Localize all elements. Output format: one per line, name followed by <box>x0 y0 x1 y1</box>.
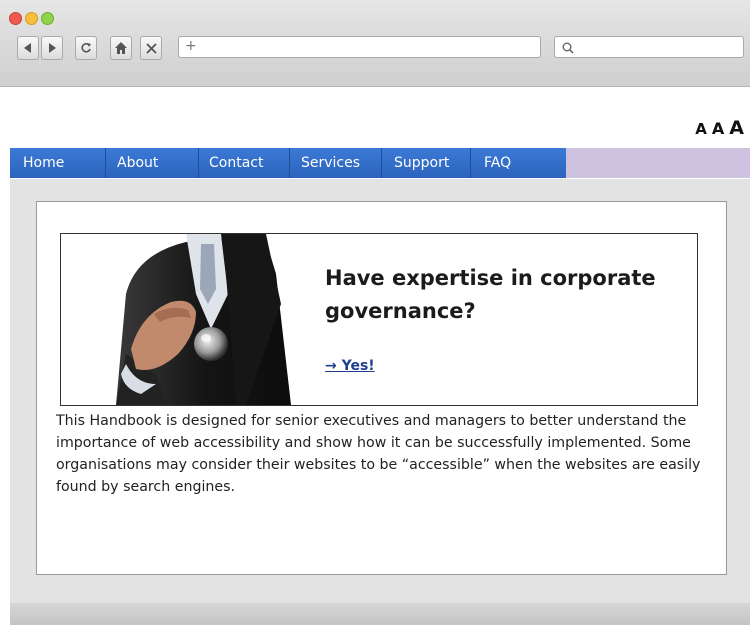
back-button[interactable] <box>17 36 39 60</box>
main-navigation: Home About Contact Services Support FAQ <box>10 148 750 178</box>
nav-item-faq[interactable]: FAQ <box>471 148 566 178</box>
search-input[interactable] <box>554 36 744 58</box>
home-icon <box>115 42 127 54</box>
search-icon <box>562 42 574 54</box>
nav-item-home[interactable]: Home <box>10 148 106 178</box>
reload-button[interactable] <box>75 36 97 60</box>
minimize-window-button[interactable] <box>25 12 38 25</box>
browser-window: + AAA Home About Contact Services Suppor… <box>0 0 750 625</box>
content-panel: Have expertise in corporate governance? … <box>36 201 727 575</box>
back-icon <box>24 43 31 53</box>
zoom-window-button[interactable] <box>41 12 54 25</box>
bottom-bar <box>10 603 750 625</box>
address-bar[interactable]: + <box>178 36 541 58</box>
home-button[interactable] <box>110 36 132 60</box>
intro-paragraph: This Handbook is designed for senior exe… <box>56 413 701 495</box>
nav-item-support[interactable]: Support <box>382 148 471 178</box>
text-size-medium-button[interactable]: A <box>712 119 724 138</box>
reload-icon <box>81 43 91 53</box>
nav-item-about[interactable]: About <box>106 148 199 178</box>
text-resize-controls: AAA <box>690 117 744 139</box>
text-size-large-button[interactable]: A <box>729 117 744 139</box>
close-icon <box>145 42 157 54</box>
forward-button[interactable] <box>41 36 63 60</box>
close-window-button[interactable] <box>9 12 22 25</box>
stop-button[interactable] <box>140 36 162 60</box>
yes-link[interactable]: → Yes! <box>325 358 375 374</box>
businessman-photo <box>116 234 291 405</box>
page-content-area: Have expertise in corporate governance? … <box>10 179 750 603</box>
promo-banner: Have expertise in corporate governance? … <box>60 233 698 406</box>
nav-item-contact[interactable]: Contact <box>199 148 290 178</box>
text-size-small-button[interactable]: A <box>695 120 707 138</box>
nav-item-services[interactable]: Services <box>290 148 382 178</box>
banner-headline: Have expertise in corporate governance? <box>325 266 656 323</box>
forward-icon <box>49 43 56 53</box>
new-tab-plus-icon[interactable]: + <box>185 38 197 54</box>
browser-toolbar: + <box>0 0 750 87</box>
